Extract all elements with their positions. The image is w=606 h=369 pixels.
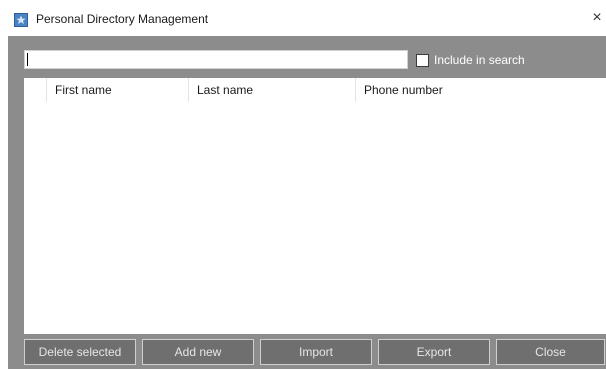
column-header-phone-number[interactable]: Phone number bbox=[356, 78, 606, 102]
delete-selected-button[interactable]: Delete selected bbox=[24, 339, 136, 365]
include-in-search-label: Include in search bbox=[434, 53, 525, 67]
close-button[interactable]: Close bbox=[496, 339, 605, 365]
import-button[interactable]: Import bbox=[260, 339, 372, 365]
add-new-button[interactable]: Add new bbox=[142, 339, 254, 365]
include-in-search-checkbox[interactable] bbox=[416, 53, 429, 67]
window-title: Personal Directory Management bbox=[36, 12, 209, 26]
column-header-last-name[interactable]: Last name bbox=[189, 78, 355, 102]
search-input[interactable] bbox=[24, 50, 408, 69]
table-header: First name Last name Phone number bbox=[24, 78, 606, 102]
close-window-icon[interactable]: × bbox=[590, 9, 604, 27]
personal-directory-window: Personal Directory Management × Include … bbox=[0, 0, 606, 369]
export-button[interactable]: Export bbox=[378, 339, 490, 365]
button-bar: Delete selected Add new Import Export Cl… bbox=[16, 334, 606, 369]
dialog-body: Include in search First name Last name P… bbox=[8, 36, 606, 369]
directory-table[interactable]: First name Last name Phone number bbox=[24, 78, 606, 334]
column-header-first-name[interactable]: First name bbox=[47, 78, 188, 102]
include-in-search-option[interactable]: Include in search bbox=[416, 52, 525, 68]
title-bar: Personal Directory Management × bbox=[0, 0, 606, 36]
text-caret bbox=[27, 53, 28, 66]
star-icon bbox=[14, 13, 28, 27]
